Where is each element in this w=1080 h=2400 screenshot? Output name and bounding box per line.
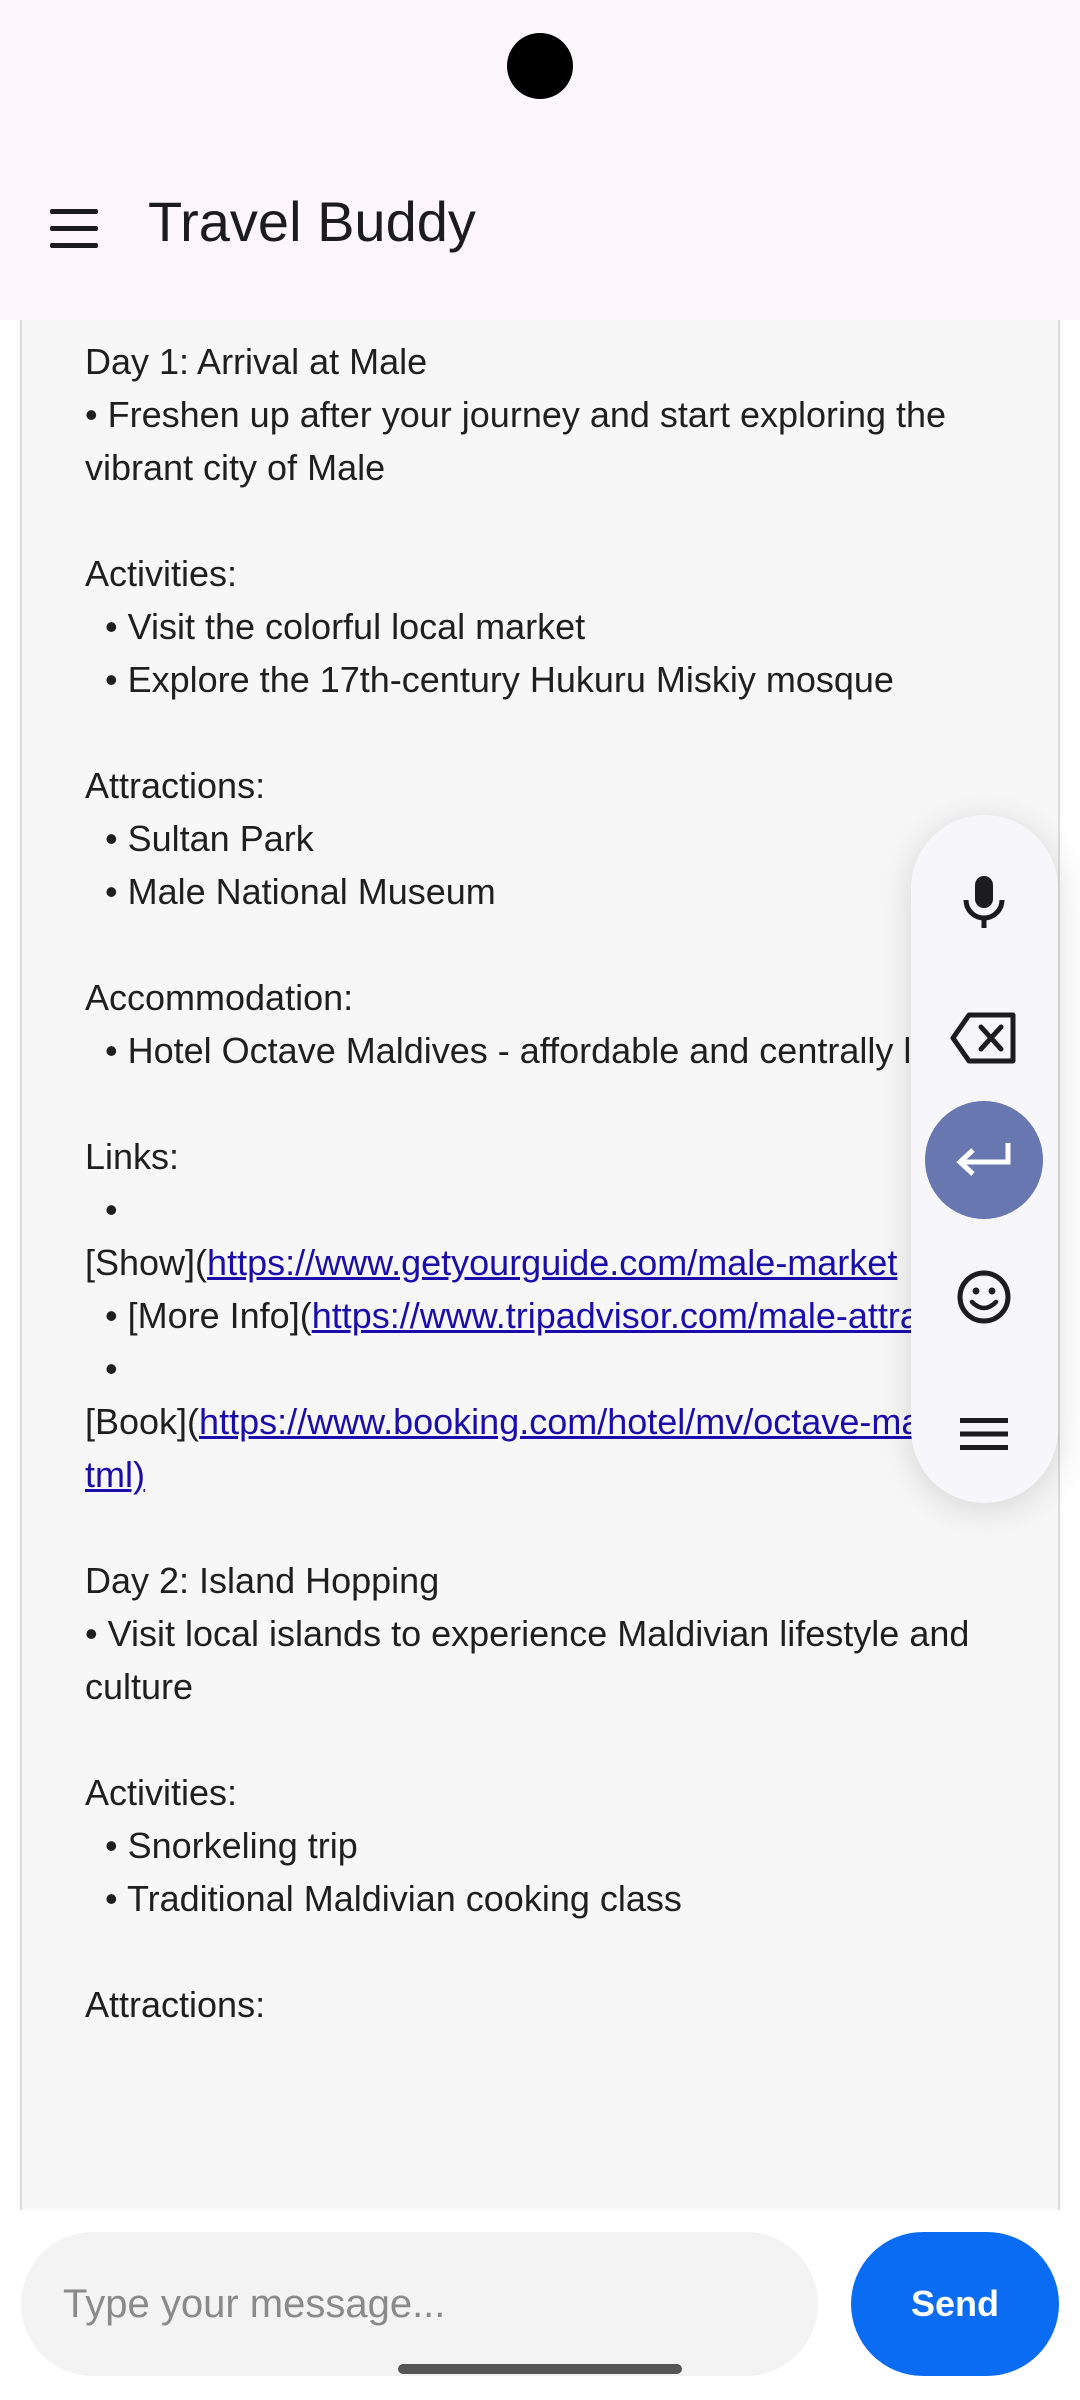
message-line [85,1925,1045,1978]
message-line: Accommodation: [85,977,354,1018]
send-button[interactable]: Send [851,2232,1059,2376]
emoji-button[interactable] [925,1238,1043,1356]
message-line: • Visit local islands to experience Mald… [85,1613,980,1707]
enter-icon [956,1143,1011,1176]
message-text: • Type: Budget-friendly Family Adventure… [85,320,1045,2031]
hamburger-menu-button[interactable] [30,185,120,275]
assistant-message-bubble: • Type: Budget-friendly Family Adventure… [20,320,1060,2210]
front-camera [507,33,573,99]
message-line [85,706,1045,759]
message-line [85,320,1045,335]
message-line: • [More Info](https://www.tripadvisor.co… [85,1295,1026,1336]
message-line [85,1077,1045,1130]
message-line [85,494,1045,547]
message-line [85,1501,1045,1554]
message-line: Activities: [85,553,238,594]
message-line: Activities: [85,1772,238,1813]
message-line: Day 2: Island Hopping [85,1560,440,1601]
message-line: • [85,1348,118,1389]
emoji-icon [957,1270,1011,1324]
backspace-icon [950,1012,1016,1064]
message-line: [Show](https://www.getyourguide.com/male… [85,1242,898,1283]
message-line: • [85,1189,118,1230]
message-line: • Snorkeling trip [85,1825,358,1866]
status-bar [0,0,1080,130]
message-line: • Freshen up after your journey and star… [85,394,957,488]
keyboard-floating-toolbar [911,815,1058,1503]
voice-input-button[interactable] [925,843,1043,961]
message-line: [Book](https://www.booking.com/hotel/mv/… [85,1401,1044,1495]
message-line: Day 1: Arrival at Male [85,341,428,382]
message-line: • Explore the 17th-century Hukuru Miskiy… [85,659,894,700]
app-bar: Travel Buddy [0,130,1080,320]
message-line: Attractions: [85,1984,266,2025]
keyboard-menu-button[interactable] [925,1375,1043,1493]
mic-icon [963,876,1005,928]
message-line: • Male National Museum [85,871,496,912]
message-line: Links: [85,1136,180,1177]
message-line: • Traditional Maldivian cooking class [85,1878,682,1919]
menu-icon [960,1418,1008,1450]
message-link[interactable]: https://www.getyourguide.com/male-market [207,1242,897,1283]
message-line: • Hotel Octave Maldives - affordable and… [85,1030,1020,1071]
message-line [85,1713,1045,1766]
app-title: Travel Buddy [148,190,476,253]
message-line: • Visit the colorful local market [85,606,586,647]
message-line: Attractions: [85,765,266,806]
enter-button[interactable] [925,1101,1043,1219]
message-input[interactable] [21,2232,818,2376]
message-line [85,918,1045,971]
menu-icon [50,209,98,214]
message-line: • Sultan Park [85,818,314,859]
backspace-button[interactable] [925,979,1043,1097]
message-link[interactable]: https://www.booking.com/hotel/mv/octave-… [85,1401,1043,1495]
gesture-nav-handle[interactable] [398,2364,682,2374]
